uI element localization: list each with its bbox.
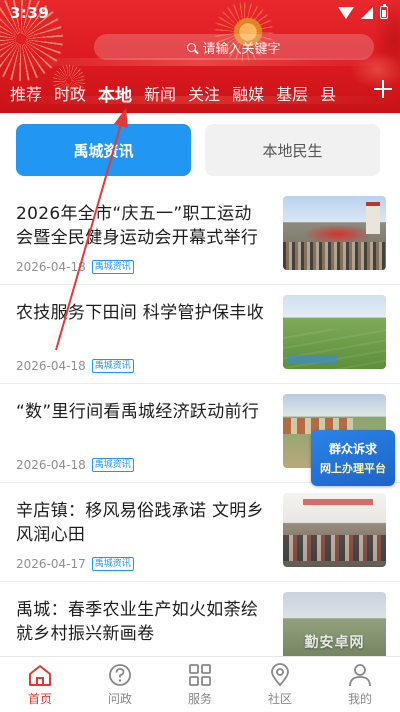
status-bar: 3:39: [0, 0, 400, 28]
badge-line1: 群众诉求: [328, 442, 377, 456]
news-item[interactable]: 农技服务下田间 科学管护保丰收 2026-04-18 禹城资讯: [0, 285, 400, 384]
news-meta: 2026-04-18 禹城资讯: [16, 260, 134, 274]
news-title: 禹城：春季农业生产如火如荼绘就乡村振兴新画卷: [16, 600, 259, 644]
nav-wenzheng[interactable]: 问政: [80, 657, 160, 712]
grid-icon: [189, 663, 211, 686]
tab-rongmei[interactable]: 融媒: [226, 81, 270, 105]
subtab-local-livelihood[interactable]: 本地民生: [205, 124, 380, 176]
news-item[interactable]: 禹城：春季农业生产如火如荼绘就乡村振兴新画卷 勤安卓网: [0, 582, 400, 656]
nav-home[interactable]: 首页: [0, 657, 80, 712]
user-icon: [349, 663, 371, 686]
news-list: 2026年全市“庆五一”职工运动会暨全民健身运动会开幕式举行 2026-04-1…: [0, 186, 400, 656]
petition-platform-badge[interactable]: 群众诉求 网上办理平台: [311, 430, 395, 486]
add-channel-icon[interactable]: [374, 80, 392, 98]
search-bar[interactable]: 请输入关键字: [94, 34, 374, 60]
nav-label: 首页: [27, 691, 52, 706]
news-title: 2026年全市“庆五一”职工运动会暨全民健身运动会开幕式举行: [16, 204, 259, 248]
header-banner: 3:39 请输入关键字 推荐 时政 本地 新闻 关注 融媒 基层 县: [0, 0, 400, 113]
news-tag: 禹城资讯: [91, 458, 134, 472]
news-meta: 2026-04-17 禹城资讯: [16, 557, 134, 571]
news-item[interactable]: 2026年全市“庆五一”职工运动会暨全民健身运动会开幕式举行 2026-04-1…: [0, 186, 400, 285]
location-icon: [271, 662, 289, 686]
nav-label: 社区: [267, 691, 292, 706]
tab-guanzhu[interactable]: 关注: [182, 81, 226, 105]
channel-tabs: 推荐 时政 本地 新闻 关注 融媒 基层 县: [0, 78, 372, 108]
news-tag: 禹城资讯: [91, 557, 134, 571]
nav-label: 问政: [107, 691, 132, 706]
news-title: “数”里行间看禹城经济跃动前行: [16, 402, 260, 422]
nav-community[interactable]: 社区: [240, 657, 320, 712]
wifi-icon: [338, 6, 354, 19]
news-date: 2026-04-18: [16, 359, 86, 373]
nav-label: 我的: [347, 691, 372, 706]
search-icon: [187, 42, 197, 52]
subtab-yucheng-news[interactable]: 禹城资讯: [16, 124, 191, 176]
news-date: 2026-04-18: [16, 260, 86, 274]
field-aerial-thumbnail: 勤安卓网: [283, 592, 386, 656]
badge-line2: 网上办理平台: [320, 462, 386, 475]
thumb-caption: 勤安卓网: [304, 635, 365, 651]
news-item[interactable]: 辛店镇：移风易俗践承诺 文明乡风润心田 2026-04-17 禹城资讯: [0, 483, 400, 582]
tab-xinwen[interactable]: 新闻: [138, 81, 182, 105]
home-icon: [29, 664, 51, 686]
meeting-room-thumbnail: [283, 493, 386, 567]
question-icon: [109, 663, 131, 686]
tab-bendi[interactable]: 本地: [92, 81, 138, 106]
farmland-thumbnail: [283, 295, 386, 369]
status-time: 3:39: [10, 4, 50, 22]
news-tag: 禹城资讯: [91, 359, 134, 373]
sub-tabs: 禹城资讯 本地民生: [16, 124, 380, 176]
bottom-nav: 首页 问政 服务 社区 我的: [0, 656, 400, 712]
news-date: 2026-04-18: [16, 458, 86, 472]
nav-mine[interactable]: 我的: [320, 657, 400, 712]
news-date: 2026-04-17: [16, 557, 86, 571]
nav-service[interactable]: 服务: [160, 657, 240, 712]
news-meta: 2026-04-18 禹城资讯: [16, 359, 134, 373]
news-title: 农技服务下田间 科学管护保丰收: [16, 303, 264, 323]
system-icons: [338, 4, 388, 19]
tab-shizheng[interactable]: 时政: [48, 81, 92, 105]
search-placeholder: 请输入关键字: [202, 41, 281, 57]
battery-icon: [380, 4, 388, 19]
tab-jiceng[interactable]: 基层: [270, 81, 314, 105]
news-title: 辛店镇：移风易俗践承诺 文明乡风润心田: [16, 501, 264, 545]
tab-xian[interactable]: 县: [314, 81, 342, 105]
nav-label: 服务: [187, 691, 212, 706]
signal-icon: [361, 6, 373, 19]
news-meta: 2026-04-18 禹城资讯: [16, 458, 134, 472]
news-tag: 禹城资讯: [91, 260, 134, 274]
tab-tuijian[interactable]: 推荐: [0, 81, 48, 105]
sports-meeting-thumbnail: [283, 196, 386, 270]
